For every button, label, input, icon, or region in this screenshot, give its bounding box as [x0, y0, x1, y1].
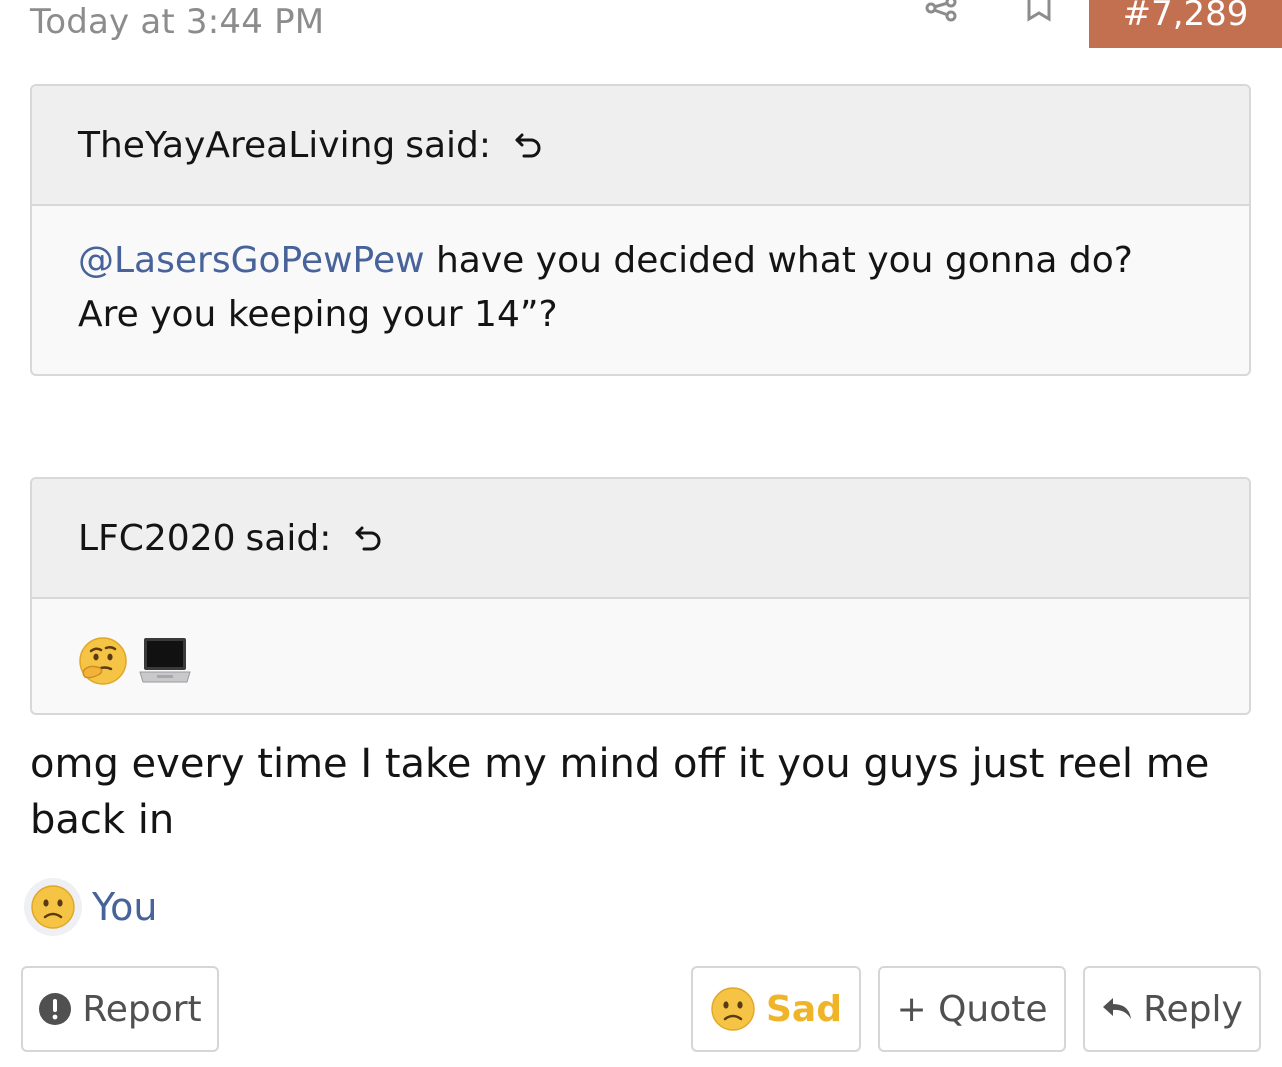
post-message: omg every time I take my mind off it you… — [30, 741, 1210, 843]
post-number-badge[interactable]: #7,289 — [1089, 0, 1282, 48]
thinking-face-icon — [79, 637, 127, 685]
quote-header: LFC2020 said: — [32, 479, 1249, 599]
quote-block: TheYayAreaLiving said: @LasersGoPewPew h… — [30, 84, 1251, 376]
quote-author[interactable]: TheYayAreaLiving — [78, 125, 395, 166]
reply-label: Reply — [1143, 988, 1243, 1030]
reply-arrow-icon — [1101, 995, 1133, 1023]
bookmark-icon[interactable] — [1026, 0, 1052, 22]
jump-to-quote-icon[interactable] — [353, 522, 385, 554]
alert-icon — [38, 992, 72, 1026]
reply-button[interactable]: Reply — [1083, 966, 1261, 1052]
reaction-bar[interactable]: You — [24, 878, 158, 936]
sad-face-icon — [710, 986, 756, 1032]
quote-said-label: said: — [245, 517, 332, 559]
jump-to-quote-icon[interactable] — [513, 129, 545, 161]
report-label: Report — [82, 988, 202, 1030]
quote-author[interactable]: LFC2020 — [78, 518, 236, 559]
quote-content: @LasersGoPewPew have you decided what yo… — [32, 206, 1249, 342]
sad-label: Sad — [766, 988, 842, 1030]
quote-content — [32, 599, 1249, 687]
reaction-user-link[interactable]: You — [92, 885, 158, 929]
sad-reaction-button[interactable]: Sad — [691, 966, 861, 1052]
quote-label: + Quote — [896, 988, 1048, 1030]
quote-button[interactable]: + Quote — [878, 966, 1066, 1052]
user-mention-link[interactable]: @LasersGoPewPew — [78, 240, 425, 281]
post-timestamp[interactable]: Today at 3:44 PM — [30, 2, 324, 42]
laptop-icon — [139, 638, 192, 683]
post-number: #7,289 — [1122, 0, 1249, 34]
report-button[interactable]: Report — [21, 966, 219, 1052]
share-icon[interactable] — [925, 0, 959, 24]
quote-said-label: said: — [405, 124, 492, 166]
sad-face-icon — [24, 878, 82, 936]
quote-block: LFC2020 said: — [30, 477, 1251, 715]
quote-header: TheYayAreaLiving said: — [32, 86, 1249, 206]
